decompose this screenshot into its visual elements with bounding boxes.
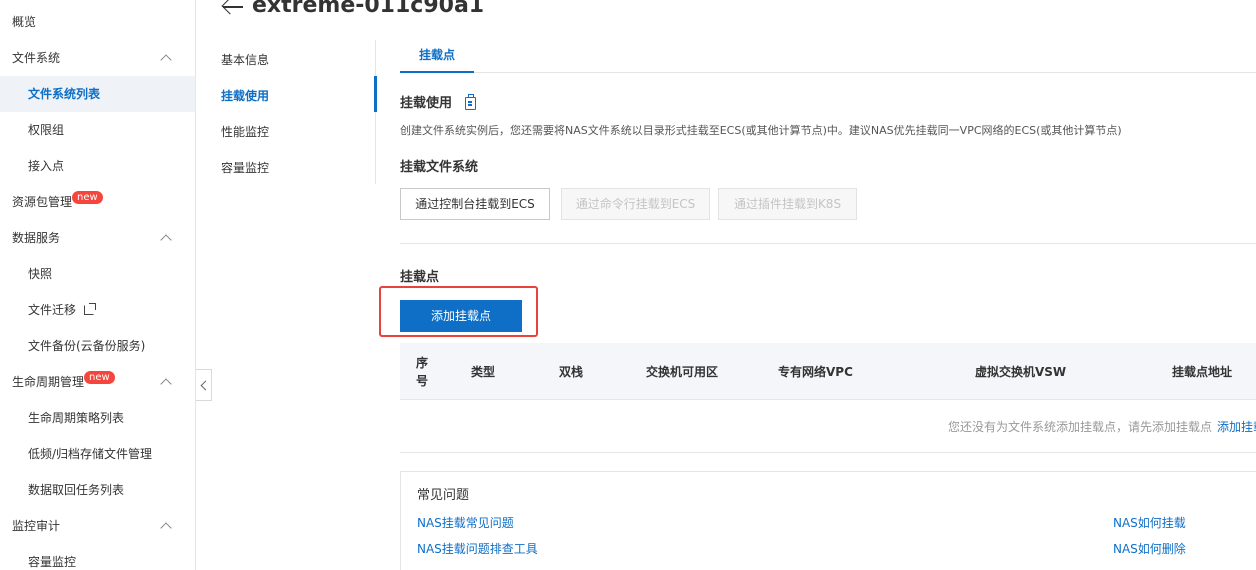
mount-via-cli-button[interactable]: 通过命令行挂载到ECS bbox=[561, 188, 710, 220]
sidebar-item-file-system[interactable]: 文件系统 bbox=[0, 40, 195, 76]
faq-panel: 常见问题 NAS挂载常见问题 NAS挂载问题排查工具 NAS如何挂载 NAS如何… bbox=[400, 471, 1256, 570]
chevron-up-icon[interactable] bbox=[159, 364, 173, 400]
sidebar-item-label: 生命周期管理 bbox=[12, 375, 85, 389]
column-header-vsw: 虚拟交换机VSW bbox=[975, 365, 1067, 379]
external-link-icon bbox=[84, 303, 97, 315]
sidebar-item-file-system-list[interactable]: 文件系统列表 bbox=[0, 76, 195, 112]
sidebar-item-label: 文件备份(云备份服务) bbox=[28, 339, 146, 353]
mount-via-k8s-button[interactable]: 通过插件挂载到K8S bbox=[718, 188, 857, 220]
sidebar-item-access-point[interactable]: 接入点 bbox=[0, 148, 195, 184]
sidebar-item-snapshot[interactable]: 快照 bbox=[0, 256, 195, 292]
mount-description: 创建文件系统实例后，您还需要将NAS文件系统以目录形式挂载至ECS(或其他计算节… bbox=[400, 124, 1122, 137]
subnav-item-basic-info[interactable]: 基本信息 bbox=[221, 42, 269, 78]
faq-title: 常见问题 bbox=[417, 488, 470, 503]
sidebar-item-lifecycle-policy[interactable]: 生命周期策略列表 bbox=[0, 400, 195, 436]
section-title-mount-usage: 挂载使用 bbox=[400, 96, 453, 111]
subnav-item-capacity-monitor[interactable]: 容量监控 bbox=[221, 150, 269, 186]
column-header-seq: 序号 bbox=[416, 355, 429, 388]
sidebar-item-retrieval-tasks[interactable]: 数据取回任务列表 bbox=[0, 472, 195, 508]
divider bbox=[400, 243, 1256, 244]
subnav-item-mount-usage[interactable]: 挂载使用 bbox=[221, 78, 269, 114]
active-indicator bbox=[374, 76, 377, 112]
sidebar-item-label: 资源包管理 bbox=[12, 195, 73, 209]
new-badge: new bbox=[72, 191, 103, 204]
sidebar-item-label: 文件系统列表 bbox=[28, 87, 101, 101]
sidebar-item-label: 文件系统 bbox=[12, 51, 61, 65]
sidebar-item-label: 数据服务 bbox=[12, 231, 61, 245]
sidebar-item-label: 数据取回任务列表 bbox=[28, 483, 125, 497]
sidebar-item-label: 生命周期策略列表 bbox=[28, 411, 125, 425]
section-title-mount-fs: 挂载文件系统 bbox=[400, 160, 479, 175]
faq-link-how-to-delete[interactable]: NAS如何删除 bbox=[1113, 540, 1186, 558]
sidebar-item-data-service[interactable]: 数据服务 bbox=[0, 220, 195, 256]
chevron-up-icon[interactable] bbox=[159, 40, 173, 76]
faq-link-how-to-mount[interactable]: NAS如何挂载 bbox=[1113, 514, 1186, 532]
add-mount-point-button[interactable]: 添加挂载点 bbox=[400, 300, 522, 332]
back-arrow-icon[interactable] bbox=[221, 0, 245, 18]
tab-bar: 挂载点 bbox=[400, 38, 1256, 73]
column-header-address: 挂载点地址 bbox=[1172, 365, 1233, 379]
sidebar-item-label: 快照 bbox=[28, 267, 53, 281]
sidebar-item-resource-package[interactable]: 资源包管理 new bbox=[0, 184, 195, 220]
mount-points-table-header: 序号 类型 双栈 交换机可用区 专有网络VPC 虚拟交换机VSW 挂载点地址 bbox=[400, 343, 1256, 400]
detail-subnav: 基本信息 挂载使用 性能监控 容量监控 bbox=[196, 40, 377, 186]
tab-mount-points[interactable]: 挂载点 bbox=[400, 38, 474, 73]
sidebar-item-overview[interactable]: 概览 bbox=[0, 4, 195, 40]
faq-link-mount-faq[interactable]: NAS挂载常见问题 bbox=[417, 514, 514, 532]
column-header-zone: 交换机可用区 bbox=[646, 365, 719, 379]
add-mount-point-link[interactable]: 添加挂载点 bbox=[1217, 418, 1256, 435]
sidebar-item-lifecycle[interactable]: 生命周期管理 new bbox=[0, 364, 195, 400]
sidebar-item-file-migration[interactable]: 文件迁移 bbox=[0, 292, 195, 328]
sidebar-item-label: 监控审计 bbox=[12, 519, 61, 533]
sidebar-item-label: 容量监控 bbox=[28, 555, 77, 569]
sidebar-item-label: 概览 bbox=[12, 15, 37, 29]
empty-message: 您还没有为文件系统添加挂载点，请先添加挂载点 bbox=[948, 420, 1213, 434]
chevron-left-icon[interactable] bbox=[196, 369, 212, 401]
sidebar-item-label: 权限组 bbox=[28, 123, 65, 137]
sidebar-item-label: 低频/归档存储文件管理 bbox=[28, 447, 153, 461]
sidebar-item-label: 文件迁移 bbox=[28, 303, 77, 317]
sidebar-item-label: 接入点 bbox=[28, 159, 65, 173]
document-icon[interactable] bbox=[465, 94, 476, 110]
faq-link-troubleshoot-tool[interactable]: NAS挂载问题排查工具 bbox=[417, 540, 538, 558]
table-empty-row: 您还没有为文件系统添加挂载点，请先添加挂载点 添加挂载点 bbox=[400, 400, 1256, 453]
chevron-up-icon[interactable] bbox=[159, 508, 173, 544]
sidebar-item-monitor-audit[interactable]: 监控审计 bbox=[0, 508, 195, 544]
sidebar: 概览 文件系统 文件系统列表 权限组 接入点 资源包管理 new 数据服务 快照 … bbox=[0, 0, 196, 570]
column-header-vpc: 专有网络VPC bbox=[778, 365, 853, 379]
sidebar-item-capacity-monitor[interactable]: 容量监控 bbox=[0, 544, 195, 570]
column-header-dual-stack: 双栈 bbox=[559, 365, 584, 379]
subnav-item-performance-monitor[interactable]: 性能监控 bbox=[221, 114, 269, 150]
chevron-up-icon[interactable] bbox=[159, 220, 173, 256]
column-header-type: 类型 bbox=[471, 365, 496, 379]
mount-via-console-button[interactable]: 通过控制台挂载到ECS bbox=[400, 188, 550, 220]
page-title: extreme-011c90a1 bbox=[252, 0, 485, 18]
sidebar-item-archive-files[interactable]: 低频/归档存储文件管理 bbox=[0, 436, 195, 472]
sidebar-item-permission-group[interactable]: 权限组 bbox=[0, 112, 195, 148]
sidebar-item-file-backup[interactable]: 文件备份(云备份服务) bbox=[0, 328, 195, 364]
new-badge: new bbox=[84, 371, 115, 384]
